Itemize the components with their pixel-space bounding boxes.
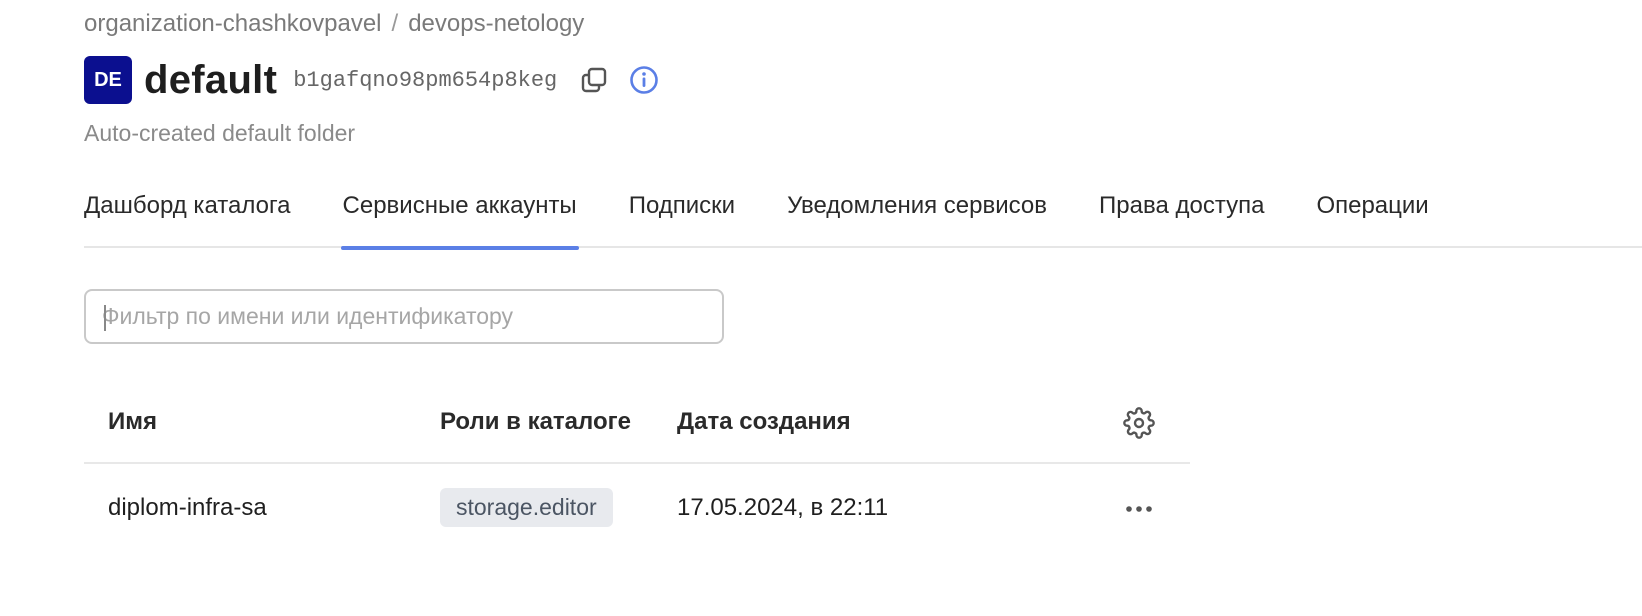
folder-description: Auto-created default folder [84, 120, 356, 146]
service-account-name[interactable]: diplom-infra-sa [108, 494, 267, 522]
gear-icon [1123, 407, 1155, 439]
info-icon [630, 66, 659, 94]
table-header: Имя Роли в каталоге Дата создания [84, 386, 1190, 464]
tab-service-accounts[interactable]: Сервисные аккаунты [340, 186, 579, 250]
tab-access-rights[interactable]: Права доступа [1099, 186, 1264, 248]
copy-icon [582, 67, 607, 93]
filter-input[interactable] [102, 291, 722, 342]
copy-id-button[interactable] [577, 63, 611, 97]
tabs: Дашборд каталога Сервисные аккаунты Подп… [84, 186, 1642, 250]
breadcrumb-organization[interactable]: organization-chashkovpavel [84, 10, 382, 38]
tab-dashboard[interactable]: Дашборд каталога [84, 186, 291, 248]
text-caret [104, 305, 106, 331]
filter-box [84, 289, 724, 344]
created-date: 17.05.2024, в 22:11 [677, 494, 889, 521]
tab-service-notifications[interactable]: Уведомления сервисов [787, 186, 1047, 248]
column-header-name[interactable]: Имя [108, 408, 157, 436]
breadcrumb: organization-chashkovpavel / devops-neto… [84, 10, 584, 38]
more-horizontal-icon [1126, 506, 1152, 512]
service-accounts-page: organization-chashkovpavel / devops-neto… [0, 0, 1642, 616]
table-settings-button[interactable] [1120, 404, 1158, 442]
service-accounts-table: Имя Роли в каталоге Дата создания diplom… [84, 386, 1190, 558]
row-actions-button[interactable] [1120, 494, 1158, 524]
column-header-roles[interactable]: Роли в каталоге [440, 408, 631, 436]
folder-header: DE default b1gafqno98pm654p8keg [84, 56, 661, 104]
info-button[interactable] [627, 63, 661, 97]
breadcrumb-separator: / [391, 10, 399, 37]
folder-id: b1gafqno98pm654p8keg [293, 67, 558, 93]
page-title: default [144, 57, 278, 102]
folder-avatar: DE [84, 56, 132, 104]
breadcrumb-cloud[interactable]: devops-netology [408, 10, 584, 38]
role-badge: storage.editor [440, 488, 613, 527]
table-row[interactable]: diplom-infra-sa storage.editor 17.05.202… [84, 464, 1190, 558]
tab-operations[interactable]: Операции [1316, 186, 1428, 248]
column-header-created[interactable]: Дата создания [677, 408, 851, 436]
tab-subscriptions[interactable]: Подписки [629, 186, 735, 248]
